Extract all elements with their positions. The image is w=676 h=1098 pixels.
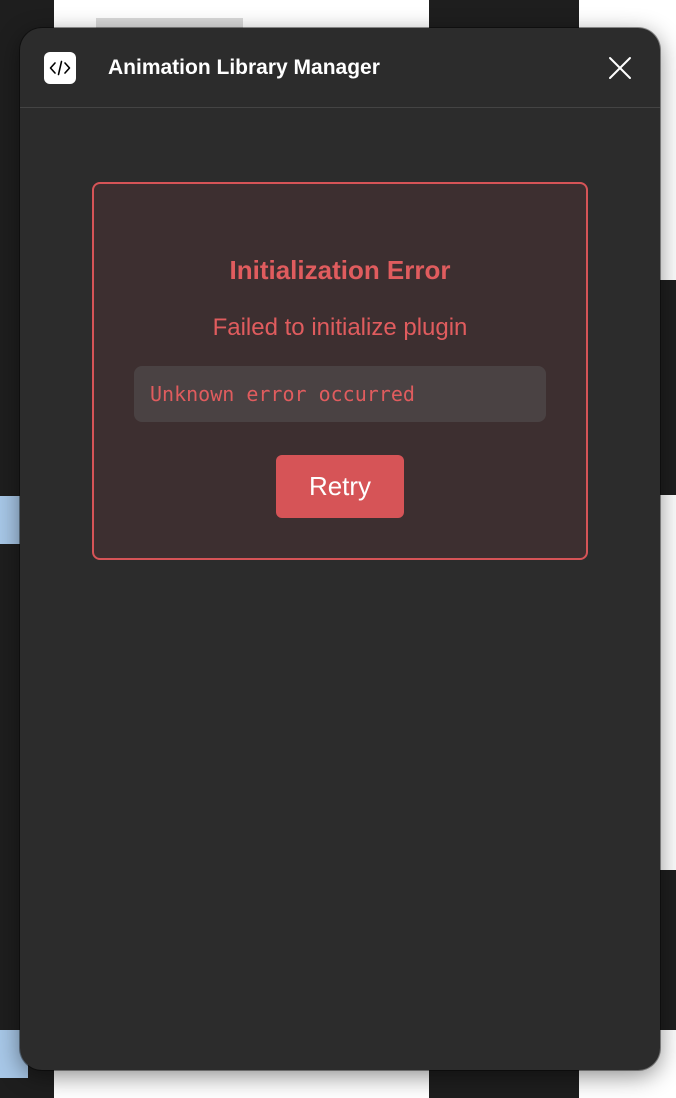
plugin-dialog: Animation Library Manager Initialization… <box>20 28 660 1070</box>
dialog-header: Animation Library Manager <box>20 28 660 108</box>
error-detail: Unknown error occurred <box>134 366 546 422</box>
error-panel: Initialization Error Failed to initializ… <box>92 182 588 560</box>
error-message: Failed to initialize plugin <box>212 314 468 341</box>
retry-button[interactable]: Retry <box>276 455 404 518</box>
code-icon <box>44 52 76 84</box>
close-button[interactable] <box>604 52 636 84</box>
error-title: Initialization Error <box>229 255 451 285</box>
close-icon <box>609 57 631 79</box>
dialog-title: Animation Library Manager <box>108 56 380 79</box>
